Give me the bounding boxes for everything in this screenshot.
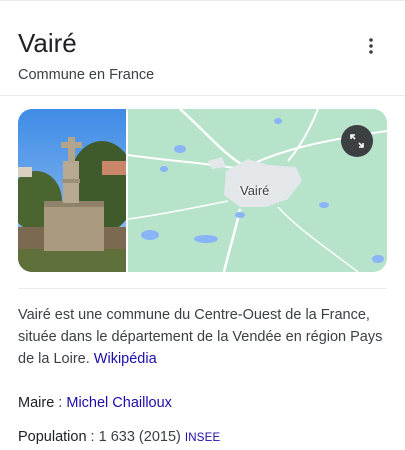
more-vert-icon [369, 38, 373, 54]
location-map[interactable]: Vairé [128, 109, 387, 272]
more-options-button[interactable] [358, 33, 384, 59]
description-block: Vairé est une commune du Centre-Ouest de… [18, 304, 390, 370]
top-border [0, 0, 405, 1]
population-label: Population [18, 429, 87, 445]
page-title: Vairé [18, 28, 77, 58]
entity-subtitle: Commune en France [18, 67, 155, 83]
header-divider [0, 95, 405, 96]
stone-cross-photo[interactable] [18, 109, 126, 272]
wikipedia-link[interactable]: Wikipédia [94, 351, 157, 367]
expand-map-button[interactable] [341, 125, 373, 157]
description-text: Vairé est une commune du Centre-Ouest de… [18, 307, 383, 367]
mayor-link[interactable]: Michel Chailloux [66, 395, 172, 411]
population-fact: Population : 1 633 (2015) INSEE [18, 427, 220, 448]
expand-icon [350, 134, 364, 148]
insee-link[interactable]: INSEE [185, 432, 221, 444]
media-strip: Vairé [18, 109, 387, 272]
mayor-fact: Maire : Michel Chailloux [18, 393, 172, 413]
mayor-label: Maire [18, 395, 55, 411]
map-town-label: Vairé [240, 183, 270, 198]
population-value: : 1 633 (2015) [86, 429, 185, 445]
mayor-separator: : [54, 395, 67, 411]
media-divider [18, 288, 387, 289]
